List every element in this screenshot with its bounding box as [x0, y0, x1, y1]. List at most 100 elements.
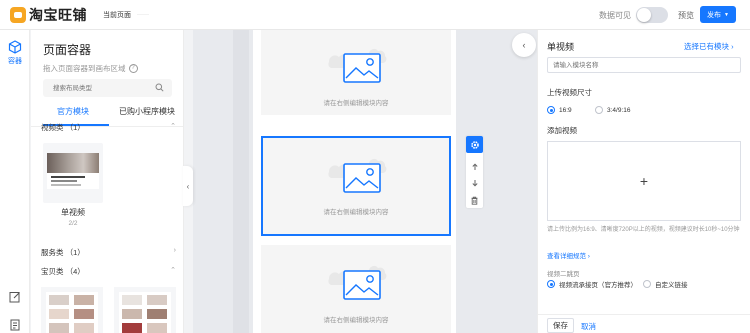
publish-button[interactable]: 发布 ▼: [700, 6, 736, 23]
product-thumb: [74, 295, 94, 305]
panel-subtitle-text: 拖入页面容器到画布区域: [43, 64, 126, 73]
delete-module-button[interactable]: [466, 192, 483, 209]
module-card-single-video[interactable]: [43, 143, 103, 203]
chevron-down-icon: ▼: [724, 11, 729, 18]
select-existing-module-link[interactable]: 选择已有模块 ›: [684, 41, 734, 52]
cube-icon: [8, 40, 22, 54]
product-thumb: [122, 323, 142, 333]
video-module[interactable]: 请在右侧编辑模块内容: [261, 245, 451, 333]
tab-bought-modules[interactable]: 已购小程序模块: [119, 106, 175, 117]
module-placeholder-text: 请在右侧编辑模块内容: [323, 100, 389, 107]
module-card-count: 2/2: [68, 220, 78, 227]
help-icon[interactable]: ?: [128, 64, 138, 73]
breadcrumb-current-page[interactable]: 当前页面: [103, 10, 131, 20]
product-thumb: [74, 323, 94, 333]
preview-text-line: [51, 176, 85, 178]
radio-unchecked-icon: [595, 106, 603, 114]
layout-search-input[interactable]: [43, 79, 172, 97]
canvas-area: 请在右侧编辑模块内容 请在右侧编辑模块内容 请在右侧编辑模块内容: [193, 30, 538, 333]
module-settings-button[interactable]: [466, 136, 483, 153]
move-up-button[interactable]: [466, 158, 483, 175]
toggle-knob: [637, 8, 651, 22]
chevron-up-icon: ⌃: [170, 123, 176, 130]
jump-option-label: 视频流承接页（官方推荐）: [559, 282, 637, 289]
preview-button[interactable]: 预览: [678, 10, 694, 21]
rail-item-edit[interactable]: [0, 291, 30, 303]
video-module[interactable]: 请在右侧编辑模块内容: [261, 30, 451, 115]
size-option-16-9[interactable]: 16:9: [547, 106, 572, 114]
product-thumb: [147, 309, 167, 319]
page-preview: 请在右侧编辑模块内容 请在右侧编辑模块内容 请在右侧编辑模块内容: [253, 30, 456, 333]
product-thumb: [49, 295, 69, 305]
document-icon: [10, 319, 20, 331]
collapse-props-button[interactable]: ‹: [512, 33, 536, 57]
taobao-logo-icon: [10, 7, 26, 23]
video-module-selected[interactable]: 请在右侧编辑模块内容: [261, 136, 451, 236]
save-button[interactable]: 保存: [547, 318, 574, 333]
jump-option-custom-link[interactable]: 自定义链接: [643, 279, 688, 289]
jump-option-video-flow[interactable]: 视频流承接页（官方推荐）: [547, 279, 637, 289]
collapse-panel-button[interactable]: ‹: [183, 166, 193, 206]
module-card-product[interactable]: [41, 287, 103, 333]
second-jump-label: 视频二跳页: [547, 271, 580, 278]
category-product[interactable]: 宝贝类 （4） ⌃: [41, 266, 176, 277]
category-video[interactable]: 视频类 （1） ⌃: [41, 122, 176, 133]
panel-subtitle: 拖入页面容器到画布区域 ?: [43, 63, 138, 74]
logo[interactable]: 淘宝旺铺: [10, 6, 87, 24]
product-thumb: [147, 323, 167, 333]
rail-item-container[interactable]: 容器: [0, 40, 30, 66]
category-service[interactable]: 服务类 （1） ›: [41, 247, 176, 258]
canvas-ruler: [233, 30, 249, 333]
move-down-button[interactable]: [466, 174, 483, 191]
panel-title: 页面容器: [43, 43, 92, 57]
jump-option-label: 自定义链接: [655, 282, 688, 289]
image-placeholder-icon: [328, 266, 387, 300]
module-placeholder-text: 请在右侧编辑模块内容: [323, 317, 389, 324]
product-thumb: [49, 309, 69, 319]
publish-label: 发布: [707, 11, 722, 19]
component-panel: 页面容器 拖入页面容器到画布区域 ? 官方模块 已购小程序模块 视频类 （1） …: [31, 30, 184, 333]
image-placeholder-icon: [328, 159, 387, 193]
chevron-left-icon: ‹: [522, 40, 526, 50]
product-thumb: [122, 309, 142, 319]
product-thumb: [122, 295, 142, 305]
logo-text: 淘宝旺铺: [29, 7, 87, 23]
data-visible-label: 数据可见: [599, 11, 631, 20]
module-name-input[interactable]: [547, 57, 741, 73]
category-service-label: 服务类 （1）: [41, 248, 85, 257]
rail-item-document[interactable]: [0, 319, 30, 331]
product-thumb: [147, 295, 167, 305]
props-footer: 保存 取消: [538, 314, 750, 333]
preview-text-line: [51, 184, 81, 186]
module-card-name: 单视频: [61, 208, 85, 217]
size-option-3-4[interactable]: 3:4/9:16: [595, 106, 631, 114]
rail-label-container: 容器: [8, 58, 22, 65]
data-visible-toggle[interactable]: [636, 7, 668, 23]
add-video-label: 添加视频: [547, 126, 577, 135]
single-video-preview-image: [47, 153, 99, 189]
size-option-label: 3:4/9:16: [607, 106, 631, 114]
preview-text-line: [51, 180, 77, 182]
product-thumb: [74, 309, 94, 319]
radio-checked-icon: [547, 280, 555, 288]
tab-official-modules[interactable]: 官方模块: [57, 106, 89, 117]
chevron-left-icon: ‹: [186, 181, 190, 191]
upload-tip: 请上传比例为16:9、清晰度720P以上的视频，视频建议时长10秒~10分钟: [547, 227, 740, 233]
search-icon[interactable]: [155, 83, 164, 92]
breadcrumb-extra: ······: [137, 12, 149, 18]
category-video-label: 视频类 （1）: [41, 123, 85, 132]
chevron-right-icon: ›: [173, 247, 176, 254]
properties-panel: 单视频 选择已有模块 › 上传视频尺寸 16:9 3:4/9:16 添加视频 +…: [537, 30, 750, 333]
module-toolbar: [466, 136, 483, 208]
product-thumb: [49, 323, 69, 333]
video-upload-area[interactable]: +: [547, 141, 741, 221]
chevron-up-icon: ⌃: [170, 267, 176, 274]
radio-unchecked-icon: [643, 280, 651, 288]
view-spec-link[interactable]: 查看详细规范 ›: [547, 250, 590, 260]
props-title: 单视频: [547, 42, 575, 52]
image-placeholder-icon: [328, 49, 387, 83]
module-card-product[interactable]: [114, 287, 176, 333]
trash-icon: [471, 196, 478, 205]
cancel-button[interactable]: 取消: [581, 321, 596, 332]
left-rail: 容器: [0, 30, 30, 333]
